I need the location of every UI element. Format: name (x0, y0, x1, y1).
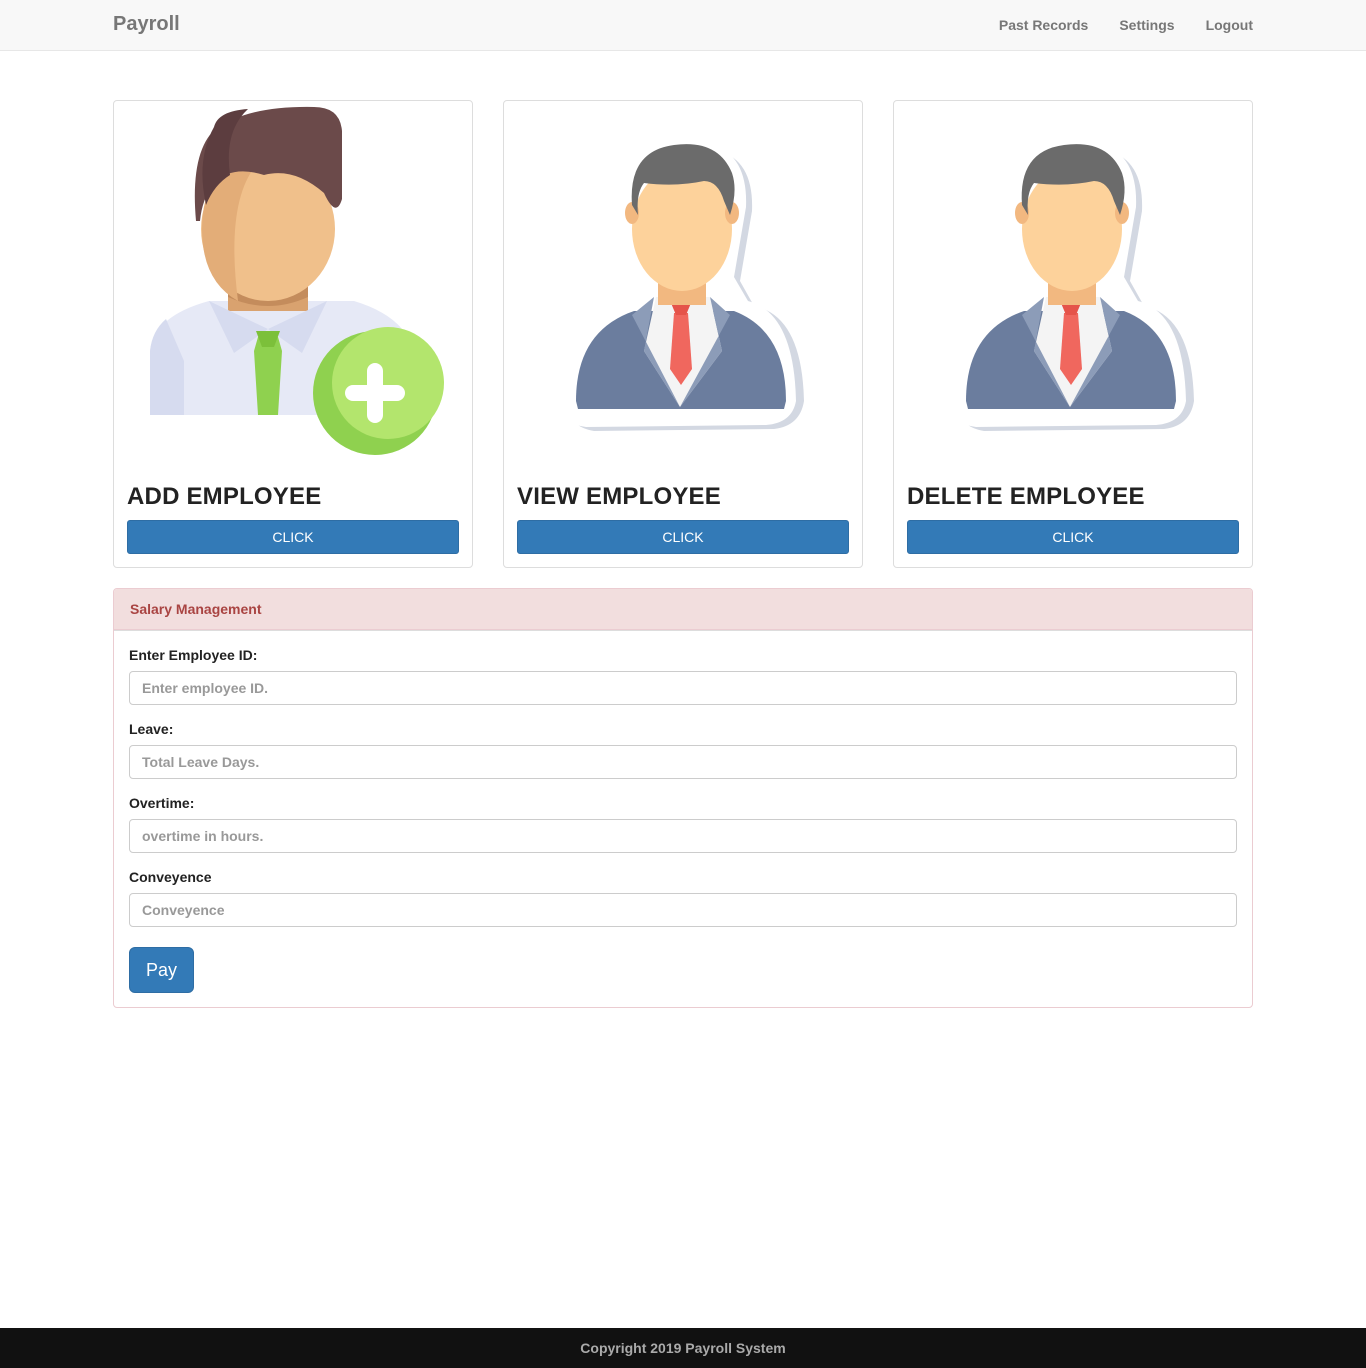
employee-id-label: Enter Employee ID: (129, 647, 258, 663)
pay-button[interactable]: Pay (129, 947, 194, 993)
leave-input[interactable] (129, 745, 1237, 779)
nav-settings[interactable]: Settings (1119, 17, 1174, 33)
view-employee-button[interactable]: CLICK (517, 520, 849, 554)
conveyence-input[interactable] (129, 893, 1237, 927)
overtime-label: Overtime: (129, 795, 195, 811)
delete-employee-card: DELETE EMPLOYEE CLICK (893, 100, 1253, 568)
add-employee-button[interactable]: CLICK (127, 520, 459, 554)
nav-past-records[interactable]: Past Records (999, 17, 1088, 33)
nav-logout[interactable]: Logout (1206, 17, 1253, 33)
salary-form: Enter Employee ID: Leave: Overtime: Conv… (114, 630, 1252, 993)
conveyence-label: Conveyence (129, 869, 212, 885)
top-navbar: Payroll Past Records Settings Logout (0, 0, 1366, 51)
panel-heading: Salary Management (114, 589, 1252, 630)
employee-id-input[interactable] (129, 671, 1237, 705)
overtime-input[interactable] (129, 819, 1237, 853)
salary-management-panel: Salary Management Enter Employee ID: Lea… (113, 588, 1253, 1008)
employee-icon (556, 137, 804, 431)
leave-label: Leave: (129, 721, 174, 737)
delete-employee-button[interactable]: CLICK (907, 520, 1239, 554)
footer: Copyright 2019 Payroll System (0, 1328, 1366, 1368)
employee-icon (946, 137, 1194, 431)
add-employee-card: ADD EMPLOYEE CLICK (113, 100, 473, 568)
card-title: DELETE EMPLOYEE (907, 483, 1145, 510)
view-employee-card: VIEW EMPLOYEE CLICK (503, 100, 863, 568)
nav-links: Past Records Settings Logout (999, 17, 1253, 33)
brand-link[interactable]: Payroll (113, 13, 180, 36)
add-user-icon (150, 106, 444, 455)
card-title: VIEW EMPLOYEE (517, 483, 721, 510)
card-title: ADD EMPLOYEE (127, 483, 322, 510)
copyright-text: Copyright 2019 Payroll System (580, 1340, 786, 1356)
